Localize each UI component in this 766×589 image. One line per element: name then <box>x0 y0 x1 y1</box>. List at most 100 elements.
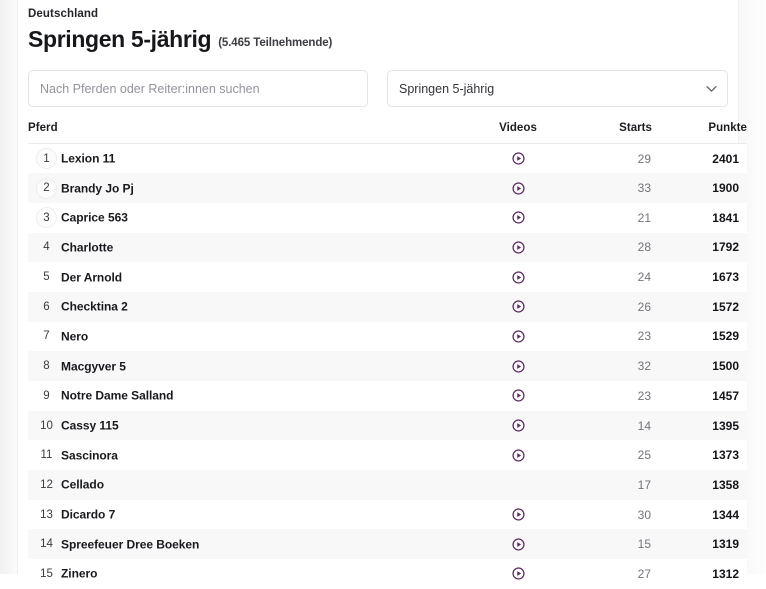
page-title-row: Springen 5-jährig (5.465 Teilnehmende) <box>28 24 728 54</box>
page-content: Deutschland Springen 5-jährig (5.465 Tei… <box>19 0 738 589</box>
cell-starts: 14 <box>564 411 652 441</box>
rank-badge: 10 <box>36 415 57 436</box>
cell-video[interactable] <box>472 233 564 263</box>
play-circle-icon[interactable] <box>512 330 525 343</box>
cell-horse[interactable]: 14 Spreefeuer Dree Boeken <box>28 529 472 559</box>
play-circle-icon[interactable] <box>512 211 525 224</box>
play-circle-icon[interactable] <box>512 182 525 195</box>
cell-video[interactable] <box>472 262 564 292</box>
category-select-box[interactable]: Springen 5-jährig <box>387 70 728 107</box>
table-row[interactable]: 7Nero 231529 <box>28 322 747 352</box>
cell-video[interactable] <box>472 173 564 203</box>
cell-video[interactable] <box>472 203 564 233</box>
cell-starts: 15 <box>564 529 652 559</box>
play-circle-icon[interactable] <box>512 300 525 313</box>
rank-badge: 1 <box>36 148 57 169</box>
cell-video[interactable] <box>472 292 564 322</box>
cell-horse[interactable]: 5Der Arnold <box>28 262 472 292</box>
cell-points: 1500 <box>652 351 747 381</box>
horse-name[interactable]: Dicardo 7 <box>61 508 115 522</box>
cell-horse[interactable]: 11 Sascinora <box>28 440 472 470</box>
rank-badge: 11 <box>36 445 57 466</box>
search-input[interactable] <box>28 70 368 107</box>
horse-name[interactable]: Lexion 11 <box>61 152 115 166</box>
horse-name[interactable]: Nero <box>61 329 88 343</box>
play-circle-icon[interactable] <box>512 538 525 551</box>
rank-badge: 3 <box>36 207 57 228</box>
cell-horse[interactable]: 4Charlotte <box>28 233 472 263</box>
horse-name[interactable]: Brandy Jo Pj <box>61 181 134 195</box>
horse-name[interactable]: Macgyver 5 <box>61 359 126 373</box>
cell-horse[interactable]: 7Nero <box>28 322 472 352</box>
table-row[interactable]: 1Lexion 11292401 <box>28 144 747 174</box>
rank-badge: 13 <box>36 504 57 525</box>
horse-name[interactable]: Notre Dame Salland <box>61 389 173 403</box>
table-row[interactable]: 11Sascinora251373 <box>28 440 747 470</box>
play-circle-icon[interactable] <box>512 241 525 254</box>
page-title: Springen 5-jährig <box>28 24 211 54</box>
rank-badge: 14 <box>36 534 57 555</box>
cell-starts: 23 <box>564 322 652 352</box>
cell-video[interactable] <box>472 351 564 381</box>
horse-name[interactable]: Der Arnold <box>61 270 122 284</box>
table-row[interactable]: 3Caprice 563211841 <box>28 203 747 233</box>
page-left-margin <box>0 0 18 574</box>
rank-badge: 2 <box>36 178 57 199</box>
table-row[interactable]: 2Brandy Jo Pj331900 <box>28 173 747 203</box>
table-row[interactable]: 4Charlotte281792 <box>28 233 747 263</box>
cell-points: 2401 <box>652 144 747 174</box>
horse-name[interactable]: Spreefeuer Dree Boeken <box>61 537 199 551</box>
cell-video[interactable] <box>472 144 564 174</box>
table-row[interactable]: 5Der Arnold241673 <box>28 262 747 292</box>
play-circle-icon[interactable] <box>512 389 525 402</box>
table-row[interactable]: 14Spreefeuer Dree Boeken151319 <box>28 529 747 559</box>
play-circle-icon[interactable] <box>512 360 525 373</box>
table-row[interactable]: 12Cellado171358 <box>28 470 747 500</box>
horse-name[interactable]: Cassy 115 <box>61 419 119 433</box>
cell-horse[interactable]: 13 Dicardo 7 <box>28 500 472 530</box>
cell-points: 1529 <box>652 322 747 352</box>
filter-controls: Springen 5-jährig <box>28 70 728 107</box>
play-circle-icon[interactable] <box>512 449 525 462</box>
column-header-starts[interactable]: Starts <box>564 122 652 144</box>
cell-horse[interactable]: 1 Lexion 11 <box>28 144 472 174</box>
column-header-points[interactable]: Punkte <box>652 122 747 144</box>
table-row[interactable]: 6Checktina 2261572 <box>28 292 747 322</box>
cell-video[interactable] <box>472 322 564 352</box>
table-row[interactable]: 8Macgyver 5321500 <box>28 351 747 381</box>
table-row[interactable]: 13Dicardo 7301344 <box>28 500 747 530</box>
cell-horse[interactable]: 2 Brandy Jo Pj <box>28 173 472 203</box>
cell-points: 1792 <box>652 233 747 263</box>
horse-name[interactable]: Cellado <box>61 478 104 492</box>
horse-name[interactable]: Charlotte <box>61 240 113 254</box>
cell-video[interactable] <box>472 529 564 559</box>
breadcrumb[interactable]: Deutschland <box>28 0 728 22</box>
cell-horse[interactable]: 9Notre Dame Salland <box>28 381 472 411</box>
cell-video[interactable] <box>472 500 564 530</box>
cell-horse[interactable]: 6Checktina 2 <box>28 292 472 322</box>
play-circle-icon[interactable] <box>512 152 525 165</box>
table-row[interactable]: 9Notre Dame Salland231457 <box>28 381 747 411</box>
cell-starts: 21 <box>564 203 652 233</box>
horse-name[interactable]: Sascinora <box>61 448 118 462</box>
horse-name[interactable]: Checktina 2 <box>61 300 128 314</box>
category-select[interactable]: Springen 5-jährig <box>387 70 728 107</box>
column-header-horse[interactable]: Pferd <box>28 122 472 144</box>
cell-video <box>472 470 564 500</box>
play-circle-icon[interactable] <box>512 508 525 521</box>
cell-video[interactable] <box>472 381 564 411</box>
cell-video[interactable] <box>472 411 564 441</box>
cell-horse[interactable]: 8Macgyver 5 <box>28 351 472 381</box>
cell-video[interactable] <box>472 440 564 470</box>
table-row[interactable]: 10Cassy 115141395 <box>28 411 747 441</box>
cell-horse[interactable]: 10 Cassy 115 <box>28 411 472 441</box>
cell-horse[interactable]: 12Cellado <box>28 470 472 500</box>
search-field-wrapper <box>28 70 368 107</box>
table-body: 1Lexion 112924012Brandy Jo Pj3319003Capr… <box>28 144 747 589</box>
play-circle-icon[interactable] <box>512 419 525 432</box>
horse-name[interactable]: Caprice 563 <box>61 211 128 225</box>
column-header-videos[interactable]: Videos <box>472 122 564 144</box>
cell-horse[interactable]: 3 Caprice 563 <box>28 203 472 233</box>
play-circle-icon[interactable] <box>512 271 525 284</box>
cell-points: 1373 <box>652 440 747 470</box>
